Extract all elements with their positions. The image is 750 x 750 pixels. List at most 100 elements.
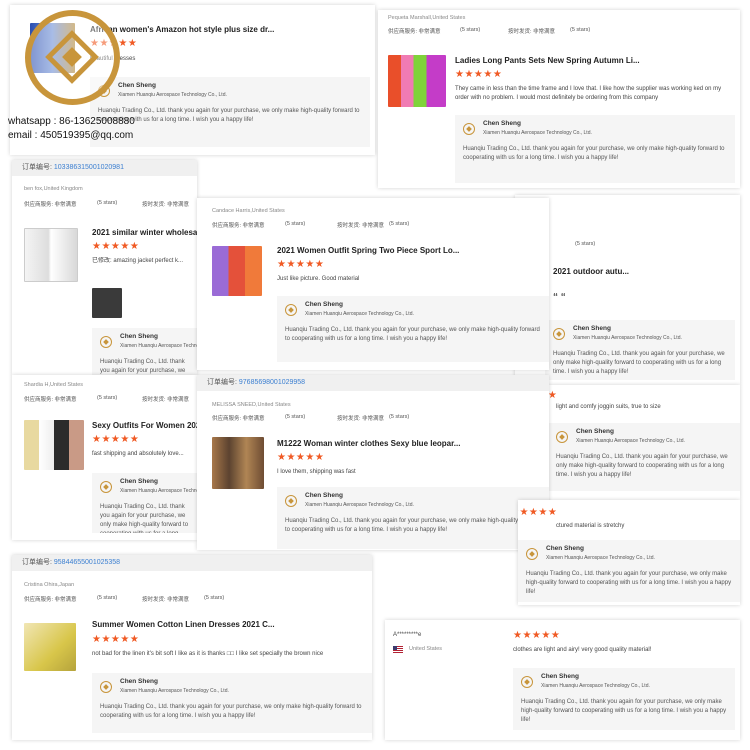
review-comment: They came in less than the time frame an… — [455, 86, 722, 101]
order-number-link[interactable]: 10338631500102098​1 — [54, 164, 124, 171]
supplier-logo-icon — [100, 336, 112, 348]
buyer-name: ben fox,United Kingdom — [24, 186, 83, 192]
product-thumbnail[interactable] — [24, 420, 84, 470]
order-header: 订单编号: 9584465500102535​8 — [12, 555, 372, 571]
review-comment: clothes are light and airy! very good qu… — [513, 647, 652, 653]
review-comment: 已修改: amazing jacket perfect k... — [92, 258, 184, 264]
reply-author: Chen Sheng — [483, 120, 521, 127]
reply-company: Xiamen Huanqiu Aerospace Technology Co.,… — [573, 335, 682, 341]
on-time-stars-count: (5 stars) — [204, 595, 225, 601]
product-thumbnail[interactable] — [24, 623, 76, 671]
product-title[interactable]: 2021 outdoor autu... — [553, 267, 733, 276]
rating-stars: ★★★★★ — [92, 634, 140, 645]
review-comment: I love them, shipping was fast — [277, 469, 356, 475]
reply-author: Chen Sheng — [576, 428, 614, 435]
supplier-reply: Chen Sheng Xiamen Huanqiu Aerospace Tech… — [92, 673, 372, 733]
supplier-reply: Chen Sheng Xiamen Huanqiu Aerospace Tech… — [513, 668, 735, 730]
rating-stars: ★★★★★ — [92, 434, 140, 445]
product-thumbnail[interactable] — [388, 55, 446, 107]
reply-text: Huanqiu Trading Co., Ltd. thank you agai… — [100, 359, 186, 374]
product-title[interactable]: 2021 similar winter wholesa... — [92, 228, 197, 237]
service-stars-count: (5 stars) — [285, 221, 306, 227]
reply-text: Huanqiu Trading Co., Ltd. thank you agai… — [553, 351, 725, 375]
on-time-rating: 按时发货: 非常满意 — [142, 202, 190, 208]
whatsapp-contact: whatsapp : 86-13625008880 — [8, 116, 135, 127]
service-stars-count: (5 stars) — [575, 241, 596, 247]
service-stars-count: (5 stars) — [460, 27, 481, 33]
product-thumbnail[interactable] — [24, 228, 78, 282]
reply-company: Xiamen Huanqiu Aerospace Technology Co.,… — [305, 311, 414, 317]
reply-company: Xiamen Huanqiu Aerospace Technology Co.,… — [305, 502, 414, 508]
order-header: 订单编号: 97685698001029958 — [197, 375, 549, 391]
supplier-logo-icon — [553, 328, 565, 340]
order-number-link[interactable]: 97685698001029958 — [239, 379, 305, 386]
reply-company: Xiamen Huanqiu Aerospace Technology Co.,… — [120, 488, 197, 494]
review-card-long-pants: Pequeta Marshall,United States 供应商服务: 非常… — [378, 10, 740, 188]
reply-company: Xiamen Huanqiu Aerospace Technology Co.,… — [120, 343, 197, 349]
order-header: 订单编号: 10338631500102098​1 — [12, 160, 197, 176]
on-time-rating: 按时发货: 非常满意 — [508, 29, 556, 35]
service-stars-count: (5 stars) — [97, 200, 118, 206]
review-comment: ctured material is stretchy — [556, 523, 625, 529]
supplier-logo-icon — [100, 481, 112, 493]
us-flag-icon — [393, 646, 403, 653]
reply-company: Xiamen Huanqiu Aerospace Technology Co.,… — [120, 688, 229, 694]
order-number-link[interactable]: 9584465500102535​8 — [54, 559, 120, 566]
product-title[interactable]: African women's Amazon hot style plus si… — [90, 25, 350, 34]
supplier-service-rating: 供应商服务: 非常满意 — [24, 397, 77, 403]
review-card-linen-dresses: 订单编号: 9584465500102535​8 Cristina Ohira,… — [12, 555, 372, 740]
review-comment: Just like picture. Good material — [277, 276, 360, 282]
rating-stars: ★★★★★ — [455, 69, 503, 80]
product-title[interactable]: Sexy Outfits For Women 202... — [92, 421, 197, 430]
rating-stars: ★★★★★ — [92, 241, 140, 252]
review-comment: fast shipping and absolutely love... — [92, 451, 184, 457]
reply-text: Huanqiu Trading Co., Ltd. thank you agai… — [100, 504, 189, 533]
service-stars-count: (5 stars) — [97, 595, 118, 601]
review-card-leopard: 订单编号: 97685698001029958 MELISSA SNEED,Un… — [197, 375, 549, 550]
reply-text: Huanqiu Trading Co., Ltd. thank you agai… — [98, 108, 360, 123]
buyer-name: Pequeta Marshall,United States — [388, 15, 466, 21]
review-card-light-airy: A*********e United States ★★★★★ clothes … — [385, 620, 740, 740]
product-title[interactable]: M1222 Woman winter clothes Sexy blue leo… — [277, 439, 537, 448]
reply-author: Chen Sheng — [573, 325, 611, 332]
supplier-logo-icon — [526, 548, 538, 560]
rating-stars: ★★★★★ — [518, 507, 558, 518]
buyer-country: United States — [409, 646, 443, 652]
supplier-service-rating: 供应商服务: 非常满意 — [24, 202, 77, 208]
on-time-stars-count: (5 stars) — [389, 414, 410, 420]
reply-author: Chen Sheng — [118, 82, 156, 89]
review-comment: “ “ — [553, 293, 566, 302]
order-label: 订单编号: — [22, 559, 54, 566]
on-time-rating: 按时发货: 非常满意 — [337, 416, 385, 422]
reply-author: Chen Sheng — [546, 545, 584, 552]
reply-text: Huanqiu Trading Co., Ltd. thank you agai… — [463, 146, 725, 161]
product-thumbnail[interactable] — [212, 437, 264, 489]
buyer-name: A*********e — [393, 632, 422, 638]
product-thumbnail[interactable] — [212, 246, 262, 296]
supplier-service-rating: 供应商服务: 非常满意 — [24, 597, 77, 603]
review-photo[interactable] — [92, 288, 122, 318]
product-title[interactable]: Summer Women Cotton Linen Dresses 2021 C… — [92, 620, 352, 629]
review-card-sport-outfit: Candace Harris,United States 供应商服务: 非常满意… — [197, 198, 549, 370]
supplier-reply: Chen Sheng Xiamen Huanqiu Aerospace Tech… — [277, 487, 549, 549]
buyer-name: Shardia H,United States — [24, 382, 84, 388]
supplier-logo-icon — [521, 676, 533, 688]
supplier-logo-icon — [285, 495, 297, 507]
supplier-logo-icon — [100, 681, 112, 693]
on-time-rating: 按时发货: 非常满意 — [142, 597, 190, 603]
reply-author: Chen Sheng — [541, 673, 579, 680]
supplier-logo-icon — [556, 431, 568, 443]
on-time-stars-count: (5 stars) — [570, 27, 591, 33]
product-title[interactable]: Ladies Long Pants Sets New Spring Autumn… — [455, 56, 715, 65]
supplier-service-rating: 供应商服务: 非常满意 — [388, 29, 441, 35]
supplier-service-rating: 供应商服务: 非常满意 — [212, 416, 265, 422]
product-title[interactable]: 2021 Women Outfit Spring Two Piece Sport… — [277, 246, 537, 255]
email-contact: email : 450519395@qq.com — [8, 130, 134, 141]
reply-company: Xiamen Huanqiu Aerospace Technology Co.,… — [118, 92, 227, 98]
review-card-stretchy: ★★★★★ ctured material is stretchy Chen S… — [518, 500, 740, 605]
on-time-rating: 按时发货: 非常满意 — [142, 397, 190, 403]
rating-stars: ★★★★★ — [277, 452, 325, 463]
review-comment: light and comfy joggin suits, true to si… — [556, 404, 661, 410]
review-card-winter-jacket: 订单编号: 10338631500102098​1 ben fox,United… — [12, 160, 197, 375]
reply-company: Xiamen Huanqiu Aerospace Technology Co.,… — [546, 555, 655, 561]
